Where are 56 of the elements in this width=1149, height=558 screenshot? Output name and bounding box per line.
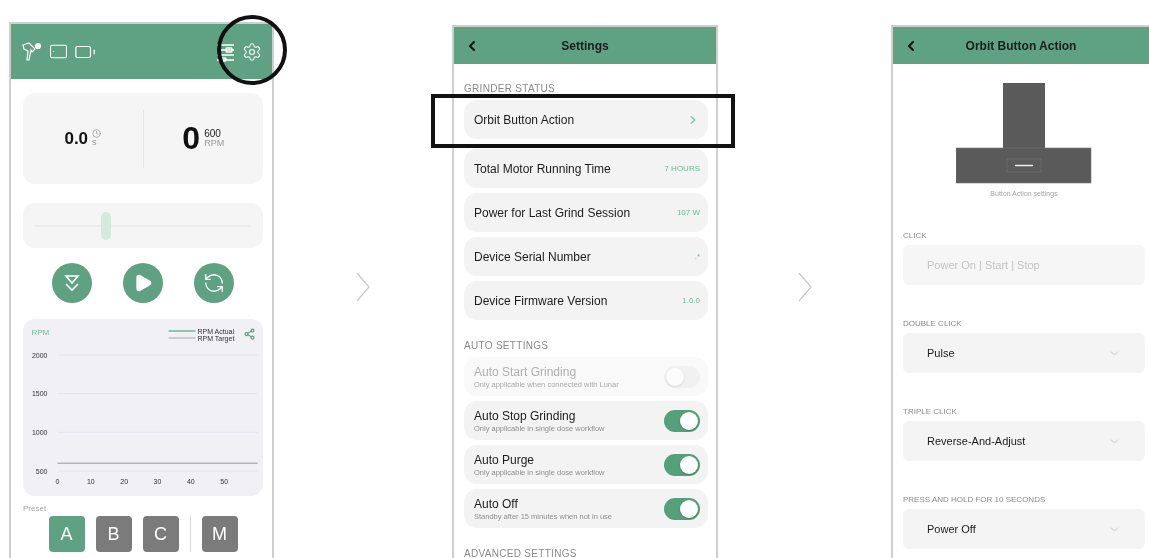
dropdown-field[interactable]: Reverse-And-Adjust	[903, 421, 1145, 461]
toggle-switch[interactable]	[664, 497, 700, 520]
timer-value: 0.0	[64, 128, 89, 149]
section-heading: GRINDER STATUS	[464, 83, 557, 94]
share-icon[interactable]	[245, 329, 254, 339]
section-heading: AUTO SETTINGS	[464, 340, 550, 351]
field-label: TRIPLE CLICK	[903, 407, 958, 416]
toggle-switch[interactable]	[664, 453, 700, 476]
preset-button[interactable]: M	[201, 516, 238, 552]
dropdown-field[interactable]: Pulse	[903, 333, 1145, 373]
toggle-switch[interactable]	[664, 409, 700, 432]
field-label: CLICK	[903, 231, 928, 240]
legend-line	[167, 330, 197, 332]
section-heading: ADVANCED SETTINGS	[464, 548, 578, 558]
settings-icon[interactable]	[242, 41, 262, 62]
row-label: Auto Start Grinding	[474, 364, 578, 379]
speed-unit: RPM	[204, 139, 225, 149]
row-value: 107 W	[676, 208, 700, 217]
list-icon[interactable]	[214, 41, 236, 62]
field-label: DOUBLE CLICK	[903, 319, 963, 328]
dropdown-field[interactable]: Power Off	[903, 509, 1145, 549]
preset-button[interactable]: C	[142, 516, 179, 552]
row-label: Total Motor Running Time	[474, 161, 612, 176]
speed-value: 0	[182, 120, 201, 157]
row-label: Device Firmware Version	[474, 293, 609, 308]
row-value: 1.0.0	[682, 296, 700, 305]
clock-icon	[92, 129, 102, 139]
row-label: Power for Last Grind Session	[474, 205, 632, 220]
preset-label: Preset	[23, 504, 48, 513]
cycle-icon	[202, 272, 225, 294]
screen-title: Orbit Button Action	[964, 38, 1078, 53]
cycle-button[interactable]	[193, 263, 234, 303]
slider-thumb[interactable]	[101, 211, 112, 240]
play-icon	[133, 273, 153, 293]
chevron-right-icon	[797, 272, 812, 302]
target-speed: 600	[204, 128, 221, 140]
row-label: Auto Off	[474, 496, 519, 511]
tablet-icon[interactable]	[49, 42, 68, 61]
row-label: Auto Stop Grinding	[474, 408, 577, 423]
field-label: PRESS AND HOLD FOR 10 SECONDS	[903, 495, 1047, 504]
row-value: 7 HOURS	[664, 164, 700, 173]
play-button[interactable]	[123, 263, 163, 303]
row-value: .*	[694, 252, 700, 261]
chevron-right-icon	[356, 272, 370, 302]
preset-button[interactable]: B	[95, 516, 132, 552]
grinder-icon	[21, 41, 43, 62]
screen-title: Settings	[560, 38, 610, 53]
row-label: Auto Purge	[474, 452, 536, 467]
row-label: Orbit Button Action	[474, 112, 576, 127]
preset-button[interactable]: A	[48, 516, 85, 552]
chart-title: RPM	[31, 328, 50, 337]
dose-button[interactable]	[52, 263, 93, 303]
timer-unit: s	[92, 138, 97, 148]
legend-line	[167, 337, 197, 339]
row-label: Device Serial Number	[474, 249, 592, 264]
settings-row[interactable]: Orbit Button Action	[464, 100, 708, 139]
